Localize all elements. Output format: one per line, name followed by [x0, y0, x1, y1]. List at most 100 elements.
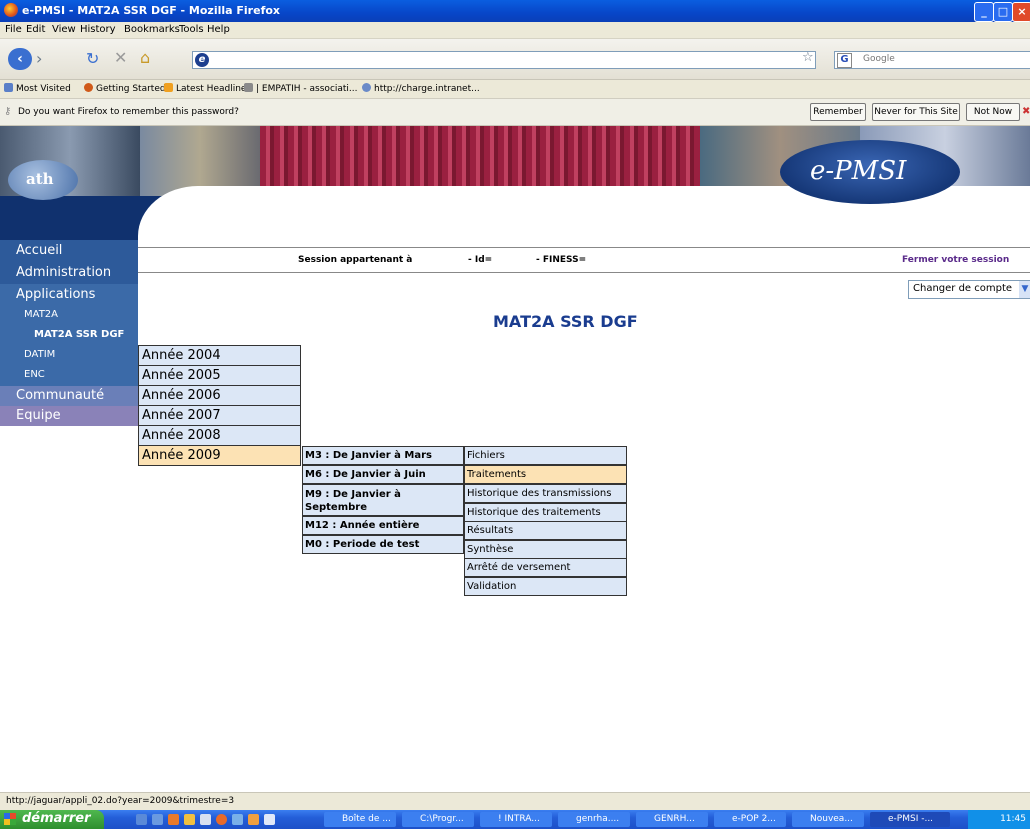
year-item-2005[interactable]: Année 2005	[138, 365, 301, 386]
menu-bar: File Edit View History Bookmarks Tools H…	[0, 22, 1030, 39]
year-item-2008[interactable]: Année 2008	[138, 425, 301, 446]
year-item-2007[interactable]: Année 2007	[138, 405, 301, 426]
action-item-resultats[interactable]: Résultats	[464, 521, 627, 540]
year-item-2009-selected[interactable]: Année 2009	[138, 445, 301, 466]
action-item-historique-transmissions[interactable]: Historique des transmissions	[464, 484, 627, 503]
menu-help[interactable]: Help	[207, 24, 230, 35]
menu-file[interactable]: File	[5, 24, 22, 35]
sidebar-item-accueil[interactable]: Accueil	[0, 240, 138, 262]
ath-logo: ath	[8, 160, 78, 200]
period-item-m0[interactable]: M0 : Periode de test	[302, 535, 464, 554]
task-nouvea[interactable]: Nouvea...	[792, 812, 864, 827]
menu-history[interactable]: History	[80, 24, 116, 35]
bookmark-latest-headlines[interactable]: Latest Headlines	[164, 83, 251, 94]
quicklaunch-ie-icon[interactable]	[136, 814, 147, 825]
reload-icon[interactable]: ↻	[86, 49, 99, 68]
bookmark-charge-intranet[interactable]: http://charge.intranet...	[362, 83, 480, 94]
back-arrow-icon[interactable]: ‹	[8, 48, 32, 70]
home-icon[interactable]: ⌂	[140, 48, 150, 67]
task-genrh[interactable]: GENRH...	[636, 812, 708, 827]
menu-view[interactable]: View	[52, 24, 76, 35]
status-bar: http://jaguar/appli_02.do?year=2009&trim…	[0, 792, 1030, 810]
quicklaunch-firefox-icon[interactable]	[216, 814, 227, 825]
quicklaunch-app2-icon[interactable]	[232, 814, 243, 825]
action-item-synthese[interactable]: Synthèse	[464, 540, 627, 559]
period-item-m12[interactable]: M12 : Année entière	[302, 516, 464, 535]
bookmark-star-icon[interactable]: ☆	[802, 50, 814, 65]
menu-tools[interactable]: Tools	[179, 24, 204, 35]
windows-taskbar: démarrer Boîte de ... C:\Progr... ! INTR…	[0, 810, 1030, 829]
quicklaunch-ie2-icon[interactable]	[152, 814, 163, 825]
epmsi-logo: e-PMSI	[780, 140, 960, 204]
minimize-button[interactable]: _	[974, 2, 994, 22]
action-item-traitements[interactable]: Traitements	[464, 465, 627, 484]
sidebar-item-enc[interactable]: ENC	[0, 366, 138, 386]
action-item-arrete-versement[interactable]: Arrêté de versement	[464, 558, 627, 577]
window-title: e-PMSI - MAT2A SSR DGF - Mozilla Firefox	[22, 4, 281, 17]
sidebar-item-equipe[interactable]: Equipe	[0, 406, 138, 426]
session-info-bar: Session appartenant à - Id= - FINESS= Fe…	[138, 247, 1030, 273]
task-epmsi-active[interactable]: e-PMSI -...	[870, 812, 950, 827]
logout-link[interactable]: Fermer votre session	[902, 255, 1009, 265]
task-boite[interactable]: Boîte de ...	[324, 812, 396, 827]
search-box[interactable]: G	[834, 51, 1030, 69]
session-finess-label: - FINESS=	[536, 255, 587, 265]
close-button[interactable]: ×	[1012, 2, 1030, 22]
forward-arrow-icon[interactable]: ›	[36, 49, 42, 68]
account-select-value: Changer de compte	[913, 283, 1013, 294]
bookmarks-toolbar: Most Visited Getting Started Latest Head…	[0, 80, 1030, 99]
key-icon: ⚷	[4, 106, 12, 117]
task-genrha[interactable]: genrha....	[558, 812, 630, 827]
sidebar-item-datim[interactable]: DATIM	[0, 346, 138, 366]
quicklaunch-app-icon[interactable]	[200, 814, 211, 825]
year-item-2006[interactable]: Année 2006	[138, 385, 301, 406]
menu-bookmarks[interactable]: Bookmarks	[124, 24, 180, 35]
status-url: http://jaguar/appli_02.do?year=2009&trim…	[6, 796, 235, 806]
chevron-down-icon[interactable]: ▼	[1019, 281, 1030, 298]
action-item-validation[interactable]: Validation	[464, 577, 627, 596]
sidebar-item-applications[interactable]: Applications	[0, 284, 138, 306]
search-input[interactable]	[863, 53, 1023, 65]
period-item-m9[interactable]: M9 : De Janvier à Septembre	[302, 484, 464, 516]
close-notification-icon[interactable]: ✖	[1022, 106, 1030, 117]
never-for-this-site-button[interactable]: Never for This Site	[872, 103, 960, 121]
action-item-historique-traitements[interactable]: Historique des traitements	[464, 503, 627, 522]
firefox-icon	[4, 3, 18, 17]
url-bar[interactable]: e	[192, 51, 816, 69]
action-item-fichiers[interactable]: Fichiers	[464, 446, 627, 465]
quicklaunch-app3-icon[interactable]	[248, 814, 259, 825]
period-item-m6[interactable]: M6 : De Janvier à Juin	[302, 465, 464, 484]
not-now-button[interactable]: Not Now	[966, 103, 1020, 121]
session-owner-label: Session appartenant à	[298, 255, 413, 265]
bookmark-empatih[interactable]: | EMPATIH - associati...	[244, 83, 358, 94]
bookmark-getting-started[interactable]: Getting Started	[84, 83, 166, 94]
navigation-toolbar: ‹ › ↻ ✕ ⌂ e ☆ G	[0, 39, 1030, 80]
quicklaunch-desktop-icon[interactable]	[264, 814, 275, 825]
password-notification-bar: ⚷ Do you want Firefox to remember this p…	[0, 99, 1030, 126]
stop-icon[interactable]: ✕	[114, 48, 127, 67]
sidebar-item-mat2a-ssr-dgf[interactable]: MAT2A SSR DGF	[0, 326, 138, 346]
password-message: Do you want Firefox to remember this pas…	[18, 107, 239, 117]
remember-button[interactable]: Remember	[810, 103, 866, 121]
period-item-m3[interactable]: M3 : De Janvier à Mars	[302, 446, 464, 465]
task-intra[interactable]: ! INTRA...	[480, 812, 552, 827]
bookmark-most-visited[interactable]: Most Visited	[4, 83, 71, 94]
task-cprogr[interactable]: C:\Progr...	[402, 812, 474, 827]
sidebar-item-administration[interactable]: Administration	[0, 262, 138, 284]
sidebar-item-communaute[interactable]: Communauté	[0, 386, 138, 406]
start-label: démarrer	[22, 811, 91, 826]
clock: 11:45	[1000, 814, 1026, 824]
task-epop[interactable]: e-POP 2...	[714, 812, 786, 827]
quicklaunch-folder-icon[interactable]	[184, 814, 195, 825]
window-title-bar: e-PMSI - MAT2A SSR DGF - Mozilla Firefox…	[0, 0, 1030, 22]
system-tray: 11:45	[968, 810, 1030, 829]
sidebar-item-mat2a[interactable]: MAT2A	[0, 306, 138, 326]
google-icon[interactable]: G	[837, 53, 852, 68]
start-button[interactable]: démarrer	[0, 810, 104, 829]
maximize-button[interactable]: □	[993, 2, 1013, 22]
menu-edit[interactable]: Edit	[26, 24, 45, 35]
quicklaunch-outlook-icon[interactable]	[168, 814, 179, 825]
site-favicon-icon: e	[195, 53, 209, 67]
year-item-2004[interactable]: Année 2004	[138, 345, 301, 366]
account-select[interactable]: Changer de compte ▼	[908, 280, 1030, 299]
